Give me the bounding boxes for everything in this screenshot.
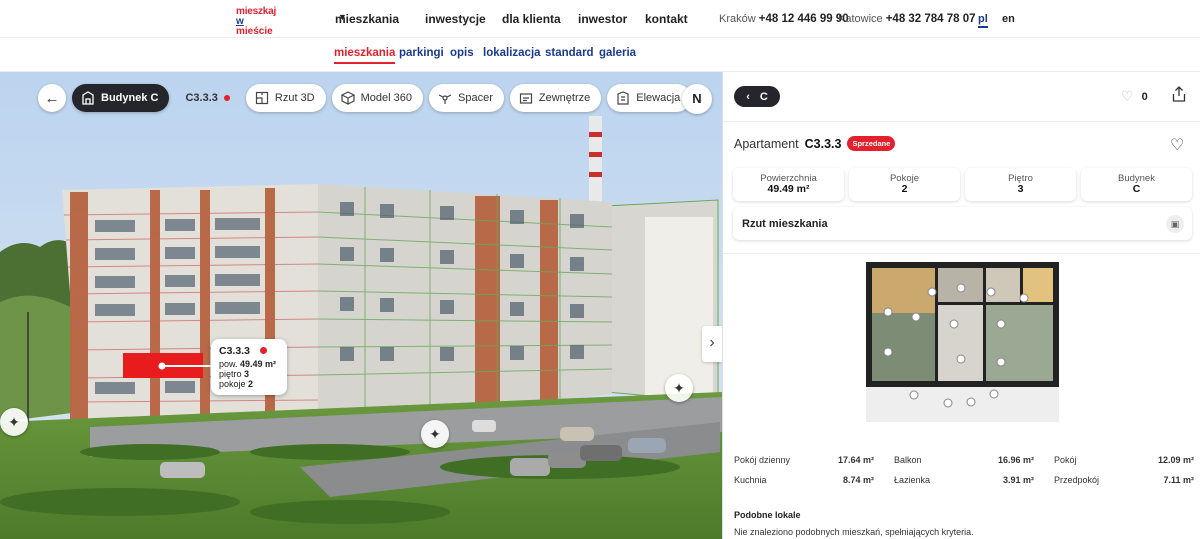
status-badge: Sprzedane [847,136,896,151]
building-render [0,72,722,539]
stat-pokoje: Pokoje 2 [849,168,960,201]
share-button[interactable] [1169,86,1189,106]
nav-item-inwestor[interactable]: inwestor [578,12,627,26]
room-row: Przedpokój 7.11 m² [1054,475,1194,485]
empty-state-text: Nie znaleziono podobnych mieszkań, spełn… [734,527,974,537]
heart-icon: ♡ [1170,137,1185,154]
zewnetrze-button[interactable]: Zewnętrze [509,84,602,112]
room-row: Łazienka 3.91 m² [894,475,1034,485]
subnav-parkingi[interactable]: parkingi [399,47,444,59]
similar-units-section: Podobne lokale Nie znaleziono podobnych … [734,510,974,537]
back-button[interactable]: ← [38,84,66,112]
drone-hotspot-left[interactable]: ✦ [0,408,28,436]
stat-pietro: Piętro 3 [965,168,1076,201]
status-dot [223,95,230,101]
favorites-counter[interactable]: ♡ 0 [1121,88,1148,105]
chevron-down-icon: ▼ [338,12,347,22]
drone-hotspot-right[interactable]: ✦ [665,374,693,402]
subnav-galeria[interactable]: galeria [599,47,636,59]
rzut-3d-button[interactable]: Rzut 3D [245,84,326,112]
room-row: Pokój dzienny 17.64 m² [734,455,874,465]
stat-powierzchnia: Powierzchnia 49.49 m² [733,168,844,201]
lang-pl[interactable]: pl [978,13,988,28]
subnav-mieszkania[interactable]: mieszkania [334,47,396,64]
exterior-icon [519,93,532,104]
subnav-lokalizacja[interactable]: lokalizacja [483,47,541,59]
drone-icon: ✦ [8,414,20,430]
cube-icon [340,91,355,105]
drone-icon [438,94,452,104]
add-favorite-button[interactable]: ♡ [1170,135,1184,155]
chevron-right-icon: › [709,334,715,351]
building-icon [82,91,94,105]
building-3d-view[interactable]: ← Budynek C C3.3.3 Rzut 3D Model 360 Spa… [0,72,722,539]
nav-item-dla-klienta[interactable]: dla klienta [502,12,561,26]
panel-header: ‹ C ♡ 0 [723,72,1200,122]
nav-item-inwestycje[interactable]: inwestycje [425,12,486,26]
stat-budynek: Budynek C [1081,168,1192,201]
nav-item-kontakt[interactable]: kontakt [645,12,688,26]
expand-icon: ▣ [1166,215,1184,233]
heart-icon: ♡ [1121,88,1134,104]
phone-krakow[interactable]: Kraków +48 12 446 99 90 [719,13,849,25]
status-dot [259,347,267,354]
apartment-details-panel: ‹ C ♡ 0 Apartament C3.3.3 Sprzedane ♡ Po… [722,72,1200,539]
phone-katowice[interactable]: Katowice +48 32 784 78 07 [838,13,976,25]
apartment-floorplan [866,262,1059,422]
apartment-popup[interactable]: C3.3.3 pow. 49.49 m² piętro 3 pokoje 2 [211,339,287,395]
apartment-title: Apartament C3.3.3 Sprzedane [734,136,896,151]
apartment-stats: Powierzchnia 49.49 m² Pokoje 2 Piętro 3 Bud… [733,168,1192,201]
view-toolbar: ← Budynek C C3.3.3 Rzut 3D Model 360 Spa… [38,84,692,114]
compass-button[interactable]: N [682,84,712,114]
section-title: Podobne lokale [734,510,801,520]
top-navigation: mieszkaj w mieście mieszkania ▼ inwestycj… [0,0,1200,38]
room-row: Balkon 16.96 m² [894,455,1034,465]
subnav-opis[interactable]: opis [450,47,474,59]
floorplan-toggle[interactable]: Rzut mieszkania ▣ [733,207,1192,240]
model-360-button[interactable]: Model 360 [331,84,424,112]
subnav-standard[interactable]: standard [545,47,594,59]
facade-icon [617,91,629,105]
building-selector[interactable]: Budynek C [72,84,170,112]
back-to-building-button[interactable]: ‹ C [734,86,780,107]
elewacja-button[interactable]: Elewacja [607,84,692,112]
drone-icon: ✦ [673,380,685,396]
lang-en[interactable]: en [1002,13,1015,25]
brand-logo[interactable]: mieszkaj w mieście [236,7,280,37]
drone-hotspot-center[interactable]: ✦ [421,420,449,448]
room-row: Kuchnia 8.74 m² [734,475,874,485]
apartment-code-tag: C3.3.3 [175,84,239,112]
room-row: Pokój 12.09 m² [1054,455,1194,465]
next-view-button[interactable]: › [702,326,722,362]
chevron-left-icon: ‹ [746,90,750,103]
share-icon [1172,86,1186,102]
sub-navigation: mieszkania parkingi opis lokalizacja sta… [0,38,1200,72]
arrow-left-icon: ← [44,89,60,107]
spacer-button[interactable]: Spacer [429,84,504,112]
floorplan-icon [255,91,268,105]
drone-icon: ✦ [429,426,441,442]
